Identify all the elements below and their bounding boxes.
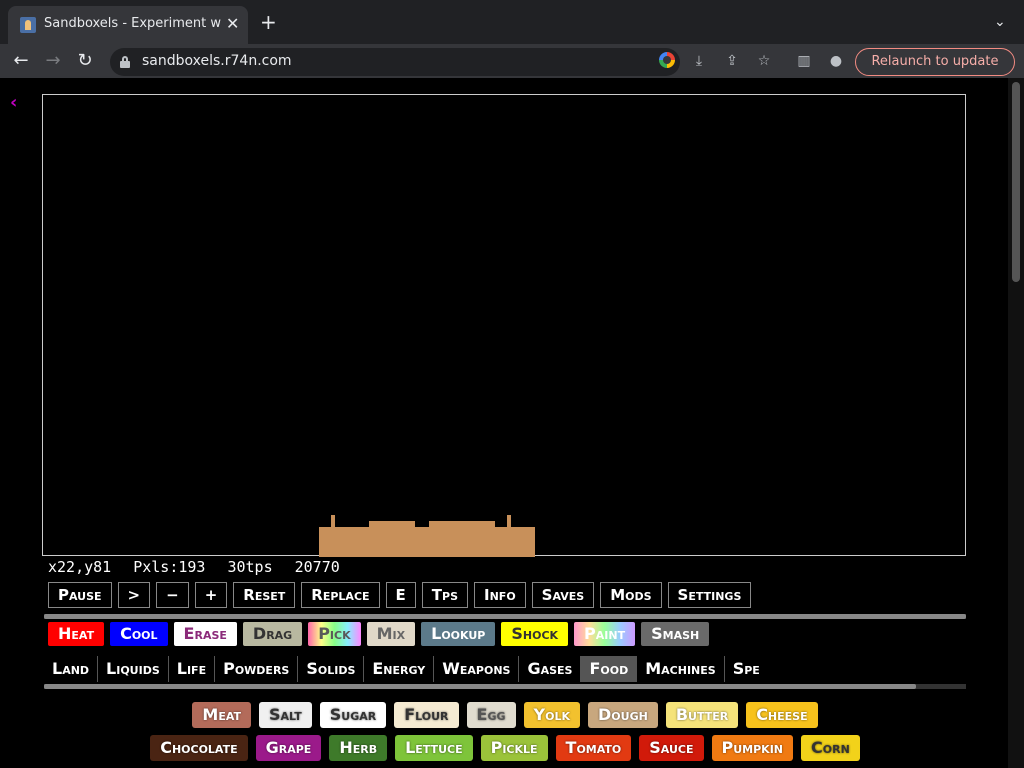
- e-button[interactable]: E: [385, 582, 416, 608]
- back-arrow-icon[interactable]: ‹: [10, 92, 17, 113]
- element-sauce-button[interactable]: Sauce: [639, 735, 704, 761]
- control-bar: Pause > − + Reset Replace E Tps Info Saves Mods Set…: [48, 582, 757, 608]
- tab-powders[interactable]: Powders: [215, 656, 297, 682]
- element-chocolate-button[interactable]: Chocolate: [150, 735, 248, 761]
- element-egg-button[interactable]: Egg: [466, 702, 516, 728]
- controls-scrollbar[interactable]: [44, 614, 966, 619]
- url-text: sandboxels.r74n.com: [142, 53, 292, 69]
- element-lettuce-button[interactable]: Lettuce: [395, 735, 473, 761]
- sandboxels-favicon-icon: [20, 17, 36, 33]
- forward-icon[interactable]: →: [42, 50, 64, 72]
- element-row: Meat Salt Sugar Flour Egg Yolk Dough Butter Chee…: [44, 702, 966, 730]
- element-sugar-button[interactable]: Sugar: [319, 702, 387, 728]
- tick-count: 20770: [294, 558, 340, 576]
- tab-machines[interactable]: Machines: [637, 656, 723, 682]
- star-icon[interactable]: ☆: [755, 52, 773, 70]
- tab-energy[interactable]: Energy: [364, 656, 433, 682]
- element-butter-button[interactable]: Butter: [665, 702, 739, 728]
- tool-cool-button[interactable]: Cool: [110, 622, 168, 646]
- relaunch-button[interactable]: Relaunch to update: [855, 48, 1015, 76]
- element-corn-button[interactable]: Corn: [801, 735, 860, 761]
- element-cheese-button[interactable]: Cheese: [746, 702, 818, 728]
- tool-mix-button[interactable]: Mix: [366, 622, 416, 646]
- tool-drag-button[interactable]: Drag: [242, 622, 303, 646]
- browser-tab[interactable]: Sandboxels - Experiment with ✕: [8, 6, 248, 44]
- close-icon[interactable]: ✕: [226, 14, 239, 33]
- profile-icon[interactable]: ●: [827, 52, 845, 70]
- tool-paint-button[interactable]: Paint: [574, 622, 636, 646]
- element-grape-button[interactable]: Grape: [255, 735, 322, 761]
- tps-readout: 30tps: [227, 558, 273, 576]
- sand-pile: [319, 515, 535, 557]
- element-tomato-button[interactable]: Tomato: [555, 735, 632, 761]
- tool-heat-button[interactable]: Heat: [48, 622, 105, 646]
- saves-button[interactable]: Saves: [531, 582, 595, 608]
- tool-bar: Heat Cool Erase Drag Pick Mix Lookup Shock Paint…: [48, 622, 715, 646]
- element-pumpkin-button[interactable]: Pumpkin: [711, 735, 793, 761]
- reset-button[interactable]: Reset: [233, 582, 296, 608]
- tab-solids[interactable]: Solids: [298, 656, 363, 682]
- tab-land[interactable]: Land: [44, 656, 97, 682]
- tab-title: Sandboxels - Experiment with: [44, 16, 222, 31]
- tps-button[interactable]: Tps: [421, 582, 469, 608]
- install-app-icon[interactable]: ⤓: [690, 52, 708, 70]
- info-button[interactable]: Info: [474, 582, 526, 608]
- tab-life[interactable]: Life: [169, 656, 214, 682]
- reload-icon[interactable]: ↻: [74, 50, 96, 72]
- size-decrease-button[interactable]: −: [156, 582, 189, 608]
- scrollbar-thumb[interactable]: [1012, 82, 1020, 282]
- pixel-count: Pxls:193: [133, 558, 206, 576]
- tab-liquids[interactable]: Liquids: [98, 656, 168, 682]
- element-herb-button[interactable]: Herb: [329, 735, 388, 761]
- tab-weapons[interactable]: Weapons: [434, 656, 518, 682]
- browser-toolbar: ← → ↻ sandboxels.r74n.com ⤓ ⇪ ☆ ▥ ● Rela…: [0, 44, 1024, 78]
- tool-shock-button[interactable]: Shock: [501, 622, 569, 646]
- tab-food[interactable]: Food: [581, 656, 637, 682]
- chevron-down-icon[interactable]: ⌄: [994, 14, 1006, 30]
- element-yolk-button[interactable]: Yolk: [523, 702, 580, 728]
- tool-smash-button[interactable]: Smash: [641, 622, 710, 646]
- page-content: ‹ x22,y81 Pxls:193 30tps 20770 Pause > − + Rese…: [0, 78, 1024, 768]
- size-increase-button[interactable]: +: [194, 582, 228, 608]
- side-panel-icon[interactable]: ▥: [795, 52, 813, 70]
- element-row: Chocolate Grape Herb Lettuce Pickle Tomato Sau…: [44, 735, 966, 763]
- share-icon[interactable]: ⇪: [723, 52, 741, 70]
- status-line: x22,y81 Pxls:193 30tps 20770: [48, 558, 362, 576]
- tool-erase-button[interactable]: Erase: [173, 622, 237, 646]
- replace-button[interactable]: Replace: [301, 582, 380, 608]
- element-pickle-button[interactable]: Pickle: [480, 735, 548, 761]
- pause-button[interactable]: Pause: [48, 582, 112, 608]
- new-tab-icon[interactable]: +: [260, 12, 277, 32]
- mods-button[interactable]: Mods: [600, 582, 662, 608]
- element-salt-button[interactable]: Salt: [259, 702, 312, 728]
- category-scrollbar[interactable]: [44, 684, 966, 689]
- category-tabs: Land Liquids Life Powders Solids Energy Weapon…: [44, 656, 966, 682]
- element-palette: Meat Salt Sugar Flour Egg Yolk Dough Butter Chee…: [44, 702, 966, 768]
- step-button[interactable]: >: [117, 582, 151, 608]
- tool-pick-button[interactable]: Pick: [308, 622, 361, 646]
- tab-spe[interactable]: Spe: [725, 656, 768, 682]
- tool-lookup-button[interactable]: Lookup: [421, 622, 496, 646]
- address-bar[interactable]: sandboxels.r74n.com: [110, 48, 680, 76]
- element-dough-button[interactable]: Dough: [588, 702, 658, 728]
- tab-gases[interactable]: Gases: [519, 656, 580, 682]
- browser-tab-bar: Sandboxels - Experiment with ✕ + ⌄: [0, 0, 1024, 44]
- lock-icon[interactable]: [120, 56, 130, 68]
- google-icon[interactable]: [659, 52, 675, 68]
- settings-button[interactable]: Settings: [667, 582, 752, 608]
- game-canvas[interactable]: [42, 94, 966, 557]
- page-scrollbar[interactable]: [1008, 78, 1024, 768]
- element-meat-button[interactable]: Meat: [192, 702, 251, 728]
- back-icon[interactable]: ←: [10, 50, 32, 72]
- cursor-coords: x22,y81: [48, 558, 112, 576]
- element-flour-button[interactable]: Flour: [394, 702, 459, 728]
